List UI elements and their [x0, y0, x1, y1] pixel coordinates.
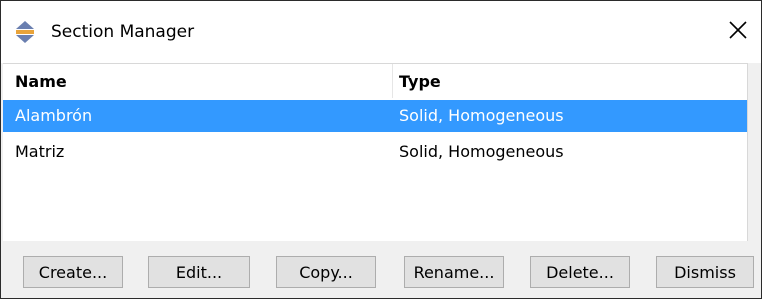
delete-button[interactable]: Delete...	[530, 256, 630, 288]
button-bar: Create... Edit... Copy... Rename... Dele…	[1, 241, 761, 298]
row-name-cell: Alambrón	[15, 106, 93, 125]
table-row[interactable]: Alambrón Solid, Homogeneous	[3, 100, 747, 132]
column-header-type[interactable]: Type	[399, 72, 441, 92]
close-button[interactable]	[721, 15, 755, 49]
table-header: Name Type	[3, 64, 747, 98]
section-manager-icon	[13, 20, 37, 44]
table-row[interactable]: Matriz Solid, Homogeneous	[3, 136, 747, 168]
column-header-name[interactable]: Name	[15, 72, 67, 92]
section-manager-dialog: Section Manager Name Type Alambrón Solid…	[0, 0, 762, 299]
create-button[interactable]: Create...	[23, 256, 123, 288]
edit-button[interactable]: Edit...	[148, 256, 250, 288]
close-icon[interactable]	[728, 20, 748, 44]
row-type-cell: Solid, Homogeneous	[399, 142, 564, 161]
row-name-cell: Matriz	[15, 142, 65, 161]
dismiss-button[interactable]: Dismiss	[656, 256, 754, 288]
title-bar: Section Manager	[1, 1, 761, 63]
column-divider[interactable]	[392, 64, 393, 98]
rename-button[interactable]: Rename...	[404, 256, 504, 288]
section-list[interactable]: Name Type Alambrón Solid, Homogeneous Ma…	[3, 63, 748, 242]
copy-button[interactable]: Copy...	[276, 256, 376, 288]
row-type-cell: Solid, Homogeneous	[399, 106, 564, 125]
window-title: Section Manager	[51, 22, 195, 42]
